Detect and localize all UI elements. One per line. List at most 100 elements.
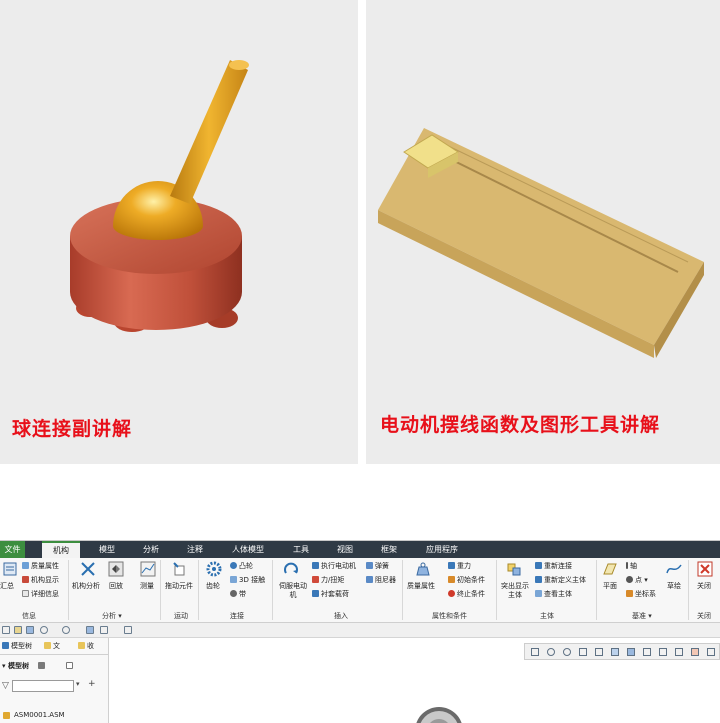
reconnect-icon	[535, 562, 542, 569]
tab-file[interactable]: 文件	[0, 541, 25, 558]
tab-analysis[interactable]: 分析	[136, 541, 166, 558]
refit-icon[interactable]	[531, 648, 539, 656]
reorient-icon[interactable]	[595, 648, 603, 656]
redo-icon[interactable]	[62, 626, 70, 634]
tab-view[interactable]: 视图	[330, 541, 360, 558]
group-separator	[68, 560, 69, 620]
motor-cycloid-panel: 电动机摆线函数及图形工具讲解	[366, 0, 720, 464]
tab-frame[interactable]: 框架	[374, 541, 404, 558]
tab-model[interactable]: 模型	[92, 541, 122, 558]
slot-block-model-illustration	[378, 128, 704, 358]
mass-properties-icon	[416, 562, 430, 576]
reconnect-button[interactable]: 重新连接	[535, 562, 572, 571]
point-button[interactable]: 点 ▾	[626, 576, 648, 585]
group-analysis-label: 分析 ▾	[102, 612, 122, 620]
group-motion-label: 运动	[174, 612, 188, 620]
tree-item-root-assembly[interactable]: ASM0001.ASM	[14, 711, 65, 720]
spring-label: 弹簧	[375, 562, 389, 570]
gravity-button[interactable]: 重力	[448, 562, 471, 571]
execute-motor-icon	[312, 562, 319, 569]
termination-conditions-button[interactable]: 终止条件	[448, 590, 485, 599]
group-info-label: 信息	[22, 612, 36, 620]
gear-button[interactable]: 齿轮	[206, 582, 220, 591]
plane-button[interactable]: 平面	[603, 582, 617, 591]
contact-3d-label: 3D 接触	[239, 576, 266, 584]
repaint-icon[interactable]	[579, 648, 587, 656]
damper-label: 阻尼器	[375, 576, 396, 584]
spring-button[interactable]: 弹簧	[366, 562, 389, 571]
tab-mechanism[interactable]: 机构	[42, 541, 80, 558]
add-column-icon[interactable]: +	[88, 679, 96, 689]
perspective-icon[interactable]	[643, 648, 651, 656]
coordinate-system-button[interactable]: 坐标系	[626, 590, 656, 599]
view-toolbar	[524, 643, 720, 660]
force-torque-button[interactable]: 力/扭矩	[312, 576, 344, 585]
tab-human-model[interactable]: 人体模型	[226, 541, 270, 558]
servo-motor-button[interactable]: 伺服电动机	[276, 582, 310, 600]
tab-tools[interactable]: 工具	[286, 541, 316, 558]
undo-icon[interactable]	[40, 626, 48, 634]
group-bodies-label: 主体	[540, 612, 554, 620]
regenerate-icon[interactable]	[86, 626, 94, 634]
mech-display-button[interactable]: 机构显示	[22, 576, 59, 585]
datum-display-icon[interactable]	[675, 648, 683, 656]
tab-applications[interactable]: 应用程序	[420, 541, 464, 558]
open-file-icon[interactable]	[14, 626, 22, 634]
mass-properties-button[interactable]: 质量属性	[407, 582, 435, 591]
zoom-in-icon[interactable]	[547, 648, 555, 656]
measure-button[interactable]: 测量	[140, 582, 154, 591]
cam-button[interactable]: 凸轮	[230, 562, 253, 571]
summary-button[interactable]: 汇总	[0, 582, 14, 591]
group-separator	[272, 560, 273, 620]
model-tree-search-input[interactable]	[12, 680, 74, 692]
execute-motor-button[interactable]: 执行电动机	[312, 562, 356, 571]
contact-3d-button[interactable]: 3D 接触	[230, 576, 265, 585]
close-window-icon[interactable]	[124, 626, 132, 634]
damper-button[interactable]: 阻尼器	[366, 576, 396, 585]
playback-button[interactable]: 回放	[109, 582, 123, 591]
sketch-button[interactable]: 草绘	[667, 582, 681, 591]
group-separator	[496, 560, 497, 620]
group-insert-label: 插入	[334, 612, 348, 620]
axis-button[interactable]: 轴	[626, 562, 637, 571]
annotation-display-icon[interactable]	[691, 648, 699, 656]
tab-favorites[interactable]: 收	[78, 642, 94, 651]
close-button[interactable]: 关闭	[697, 582, 711, 591]
detail-info-button[interactable]: 详细信息	[22, 590, 59, 599]
mech-analysis-button[interactable]: 机构分析	[72, 582, 100, 591]
display-style-icon[interactable]	[627, 648, 635, 656]
tab-model-tree[interactable]: 模型树	[2, 642, 32, 651]
view-manager-icon[interactable]	[659, 648, 667, 656]
highlight-bodies-button[interactable]: 突出显示主体	[500, 582, 530, 600]
show-icon[interactable]	[66, 662, 73, 669]
belt-button[interactable]: 带	[230, 590, 246, 599]
redefine-bodies-button[interactable]: 重新定义主体	[535, 576, 586, 585]
tab-annotate[interactable]: 注释	[180, 541, 210, 558]
tab-files[interactable]: 文	[44, 642, 60, 651]
model-tree-header[interactable]: ▾ 模型树	[2, 662, 29, 671]
saved-orientations-icon[interactable]	[611, 648, 619, 656]
zoom-out-icon[interactable]	[563, 648, 571, 656]
cam-label: 凸轮	[239, 562, 253, 570]
point-label: 点 ▾	[635, 576, 648, 584]
graphics-viewport[interactable]	[109, 638, 720, 723]
spin-center-icon[interactable]	[707, 648, 715, 656]
model-tree-header-label: 模型树	[7, 662, 29, 670]
mass-props-label: 质量属性	[31, 562, 59, 570]
coordinate-system-icon	[626, 590, 633, 597]
view-bodies-button[interactable]: 查看主体	[535, 590, 572, 599]
cam-icon	[230, 562, 237, 569]
drag-components-button[interactable]: 拖动元件	[165, 582, 193, 591]
settings-icon[interactable]	[38, 662, 45, 669]
chevron-down-icon[interactable]: ▾	[76, 680, 80, 688]
save-icon[interactable]	[26, 626, 34, 634]
bushing-load-label: 衬套载荷	[321, 590, 349, 598]
bushing-load-button[interactable]: 衬套载荷	[312, 590, 349, 599]
filter-icon[interactable]: ▽	[2, 681, 9, 691]
initial-conditions-button[interactable]: 初始条件	[448, 576, 485, 585]
force-torque-label: 力/扭矩	[321, 576, 345, 584]
new-file-icon[interactable]	[2, 626, 10, 634]
mass-props-button[interactable]: 质量属性	[22, 562, 59, 571]
ribbon-tab-bar: 文件 机构 模型 分析 注释 人体模型 工具 视图 框架 应用程序	[0, 541, 720, 558]
windows-icon[interactable]	[100, 626, 108, 634]
